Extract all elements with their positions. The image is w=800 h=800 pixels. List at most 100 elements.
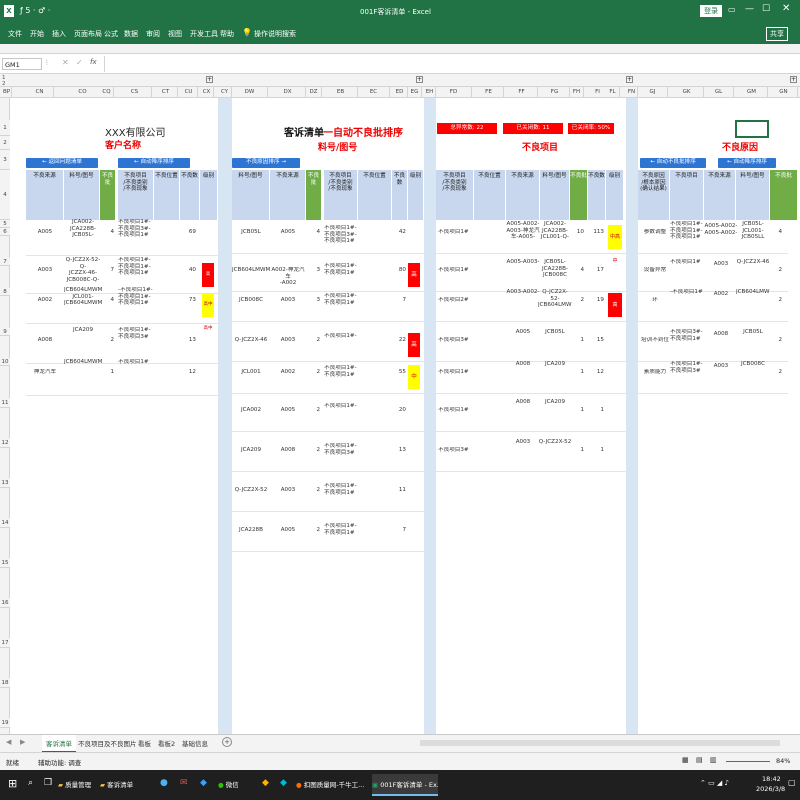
taskbar-app-wechat[interactable]: ● 微信 [218,774,258,796]
tab-data[interactable]: 数据 [124,29,138,39]
table-cell: A003-A002- [506,289,540,295]
worksheet-grid[interactable]: 1 2 3 4 5 6 7 8 9 10 11 12 13 14 15 16 17 18 19 XXX有限公司 客户… [0,98,800,734]
table-header-cell: 不良批 [100,170,116,220]
search-icon[interactable]: ⌕ [28,778,33,788]
column-header[interactable]: FF [506,87,538,97]
column-header[interactable]: EC [358,87,390,97]
table-cell: 69 [188,229,196,235]
share-button[interactable]: 共享 [766,27,788,41]
horizontal-scrollbar[interactable] [420,740,780,746]
page-layout-icon[interactable]: ▤ [696,756,703,764]
column-header[interactable]: GJ [638,87,668,97]
table-cell: 12 [188,369,196,375]
column-header[interactable]: ED [392,87,408,97]
taskbar-app-excel[interactable]: ▣ 001F客诉清单 - Ex... [372,774,438,796]
column-header[interactable]: DZ [306,87,322,97]
taskbar-app-folder[interactable]: ▰ 质量管理 [58,774,98,796]
column-header[interactable]: GN [770,87,798,97]
table-cell: 不良项目1# [438,229,469,235]
table-cell: A005 [280,407,296,413]
add-sheet-icon[interactable]: + [222,737,232,747]
app-icon[interactable]: ◆ [280,778,287,788]
column-header[interactable]: FG [540,87,570,97]
cancel-icon[interactable]: ✕ [62,58,69,67]
close-icon[interactable]: ✕ [782,3,790,14]
accessibility-status[interactable]: 辅助功能: 调查 [38,757,81,767]
sheet-tab[interactable]: 看板 [138,738,151,748]
column-header[interactable]: FI [588,87,608,97]
column-header[interactable]: EB [324,87,358,97]
browser-icon[interactable]: ● [160,778,168,788]
taskbar-app-browser[interactable]: ● 扣图质量网-千牛工... [296,774,368,796]
column-header[interactable]: CS [118,87,152,97]
column-header[interactable]: FH [570,87,584,97]
expand-icon[interactable]: + [626,76,633,83]
scroll-left-icon[interactable]: ◀ [6,738,11,746]
enter-icon[interactable]: ✓ [76,58,83,67]
column-header[interactable]: GM [736,87,768,97]
sheet-tab[interactable]: 看板2 [158,738,175,748]
column-header[interactable]: EH [424,87,436,97]
column-header[interactable]: FN [626,87,638,97]
column-header[interactable]: CY [218,87,232,97]
expand-icon[interactable]: + [206,76,213,83]
tab-home[interactable]: 开始 [30,29,44,39]
tell-me-search[interactable]: 操作说明搜索 [254,29,296,39]
taskbar-app-folder[interactable]: ▰ 客诉清单 [100,774,150,796]
column-header[interactable]: DX [270,87,306,97]
tab-help[interactable]: 帮助 [220,29,234,39]
column-header[interactable]: BP [2,87,12,97]
sheet-tab-active[interactable]: 客诉清单 [42,735,76,753]
column-header[interactable]: CN [26,87,54,97]
app-icon[interactable]: ◆ [262,778,269,788]
app-icon[interactable]: ◆ [200,778,207,788]
mail-icon[interactable]: ✉ [180,778,188,788]
column-header[interactable]: CT [154,87,178,97]
column-header[interactable]: DW [232,87,268,97]
expand-icon[interactable]: + [416,76,423,83]
tab-formulas[interactable]: 公式 [104,29,118,39]
formula-input[interactable] [104,56,794,72]
minimize-icon[interactable]: — [745,4,754,14]
tray-icons[interactable]: ⌃ ▭ ◢ ♪ [700,779,729,787]
tab-page-layout[interactable]: 页面布局 [74,29,102,39]
column-header[interactable]: CQ [100,87,114,97]
column-header[interactable]: FD [436,87,472,97]
column-header[interactable]: EG [408,87,422,97]
column-header[interactable]: CO [64,87,102,97]
table-cell: A005-A002- A003-神龙汽 车-A005- [506,221,540,241]
sheet-tab[interactable]: 基础信息 [182,738,208,748]
tab-review[interactable]: 审阅 [146,29,160,39]
column-header[interactable]: CU [180,87,198,97]
column-header[interactable]: FE [474,87,504,97]
task-view-icon[interactable]: ❒ [44,778,52,788]
column-header[interactable]: GL [704,87,734,97]
quick-access-toolbar[interactable]: ƒ 5 · ♂ · [20,6,50,15]
notification-icon[interactable]: ▢ [788,778,796,787]
scroll-right-icon[interactable]: ▶ [20,738,25,746]
tab-view[interactable]: 视图 [168,29,182,39]
name-box-dropdown-icon[interactable]: ⋮ [44,59,50,66]
zoom-level[interactable]: 84% [776,757,790,765]
row-divider [436,431,626,432]
page-break-icon[interactable]: ▥ [710,756,717,764]
column-header[interactable]: FL [606,87,620,97]
name-box[interactable]: GM1 [2,58,42,70]
tab-file[interactable]: 文件 [8,29,22,39]
insert-function-icon[interactable]: fx [90,58,97,66]
table-cell: A008 [713,331,729,337]
windows-start-icon[interactable]: ⊞ [8,777,17,790]
ribbon-display-icon[interactable]: ▭ [728,5,736,14]
zoom-slider[interactable] [726,761,770,762]
tab-developer[interactable]: 开发工具 [190,29,218,39]
table-cell: 7 [402,527,406,533]
sheet-tab[interactable]: 不良项目及不良图片 [78,738,137,748]
expand-icon[interactable]: + [790,76,797,83]
column-header[interactable]: GK [670,87,704,97]
login-button[interactable]: 登录 [700,5,722,17]
normal-view-icon[interactable]: ▦ [682,756,689,764]
maximize-icon[interactable]: ☐ [762,4,770,14]
tab-insert[interactable]: 插入 [52,29,66,39]
row-divider [232,511,424,512]
column-header[interactable]: CX [200,87,214,97]
